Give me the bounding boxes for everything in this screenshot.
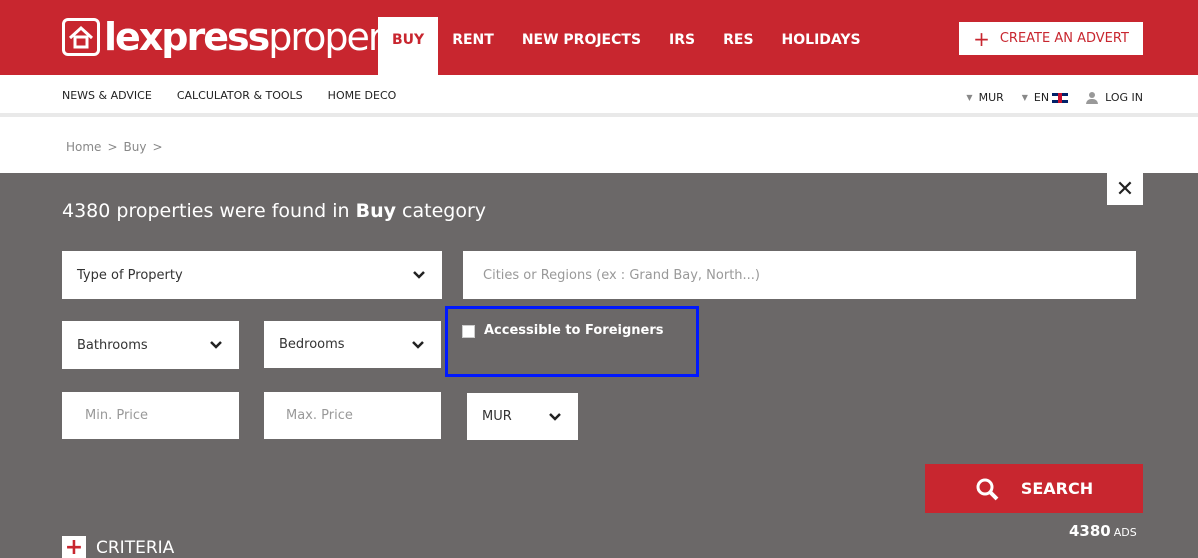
close-button[interactable]: ✕ (1107, 173, 1143, 205)
currency-label: MUR (978, 91, 1004, 104)
language-dropdown[interactable]: ▼ EN (1021, 91, 1069, 104)
results-category: Buy (355, 200, 397, 222)
accessible-foreigners-label[interactable]: Accessible to Foreigners (484, 323, 664, 338)
nav-buy[interactable]: BUY (378, 17, 439, 75)
top-header: lexpressproperty BUY RENT NEW PROJECTS I… (0, 0, 1198, 75)
search-button[interactable]: SEARCH (925, 464, 1143, 513)
chevron-down-icon (412, 340, 424, 349)
subnav-news-advice[interactable]: NEWS & ADVICE (62, 89, 152, 102)
main-nav: BUY RENT NEW PROJECTS IRS RES HOLIDAYS (378, 17, 875, 75)
nav-holidays[interactable]: HOLIDAYS (768, 17, 875, 75)
type-of-property-select[interactable]: Type of Property (62, 251, 442, 299)
accessible-foreigners-highlight (445, 306, 699, 377)
secondary-nav: NEWS & ADVICE CALCULATOR & TOOLS HOME DE… (0, 75, 1198, 117)
breadcrumb: Home > Buy > (66, 140, 169, 154)
caret-down-icon: ▼ (1021, 93, 1028, 102)
user-icon (1086, 91, 1099, 104)
location-input[interactable]: Cities or Regions (ex : Grand Bay, North… (463, 251, 1136, 299)
create-advert-button[interactable]: + CREATE AN ADVERT (959, 22, 1143, 55)
logo-house-icon (62, 18, 100, 56)
nav-irs[interactable]: IRS (655, 17, 709, 75)
login-label: LOG IN (1105, 91, 1143, 104)
chevron-down-icon (549, 412, 561, 421)
max-price-input[interactable]: Max. Price (264, 392, 441, 439)
close-icon: ✕ (1115, 176, 1135, 202)
breadcrumb-home[interactable]: Home (66, 140, 101, 154)
uk-flag-icon (1052, 92, 1069, 103)
search-icon (976, 478, 999, 500)
nav-new-projects[interactable]: NEW PROJECTS (508, 17, 655, 75)
subnav-home-deco[interactable]: HOME DECO (328, 89, 397, 102)
results-count: 4380 (62, 200, 111, 222)
subnav-calculator-tools[interactable]: CALCULATOR & TOOLS (177, 89, 303, 102)
site-logo[interactable]: lexpressproperty (62, 14, 417, 60)
criteria-label: CRITERIA (96, 538, 175, 558)
chevron-down-icon (413, 271, 425, 279)
caret-down-icon: ▼ (966, 93, 973, 102)
breadcrumb-buy[interactable]: Buy (124, 140, 147, 154)
price-currency-select[interactable]: MUR (467, 393, 578, 440)
ads-count: 4380 ADS (1069, 522, 1137, 540)
nav-res[interactable]: RES (709, 17, 767, 75)
plus-icon: + (973, 26, 990, 51)
min-price-input[interactable]: Min. Price (62, 392, 239, 439)
login-link[interactable]: LOG IN (1086, 91, 1143, 104)
results-heading: 4380 properties were found in Buy catego… (62, 200, 487, 222)
breadcrumb-separator: > (152, 140, 163, 154)
bathrooms-select[interactable]: Bathrooms (62, 321, 239, 369)
create-advert-label: CREATE AN ADVERT (999, 31, 1129, 46)
nav-rent[interactable]: RENT (438, 17, 508, 75)
criteria-toggle[interactable]: + CRITERIA (62, 536, 174, 558)
language-label: EN (1033, 91, 1050, 104)
logo-text-bold: lexpress (104, 15, 270, 59)
bedrooms-select[interactable]: Bedrooms (264, 321, 441, 368)
chevron-down-icon (210, 341, 222, 349)
plus-icon: + (62, 536, 86, 558)
search-label: SEARCH (1020, 479, 1094, 498)
accessible-foreigners-checkbox[interactable] (462, 325, 475, 338)
breadcrumb-separator: > (107, 140, 118, 154)
currency-dropdown[interactable]: ▼ MUR (966, 91, 1003, 104)
